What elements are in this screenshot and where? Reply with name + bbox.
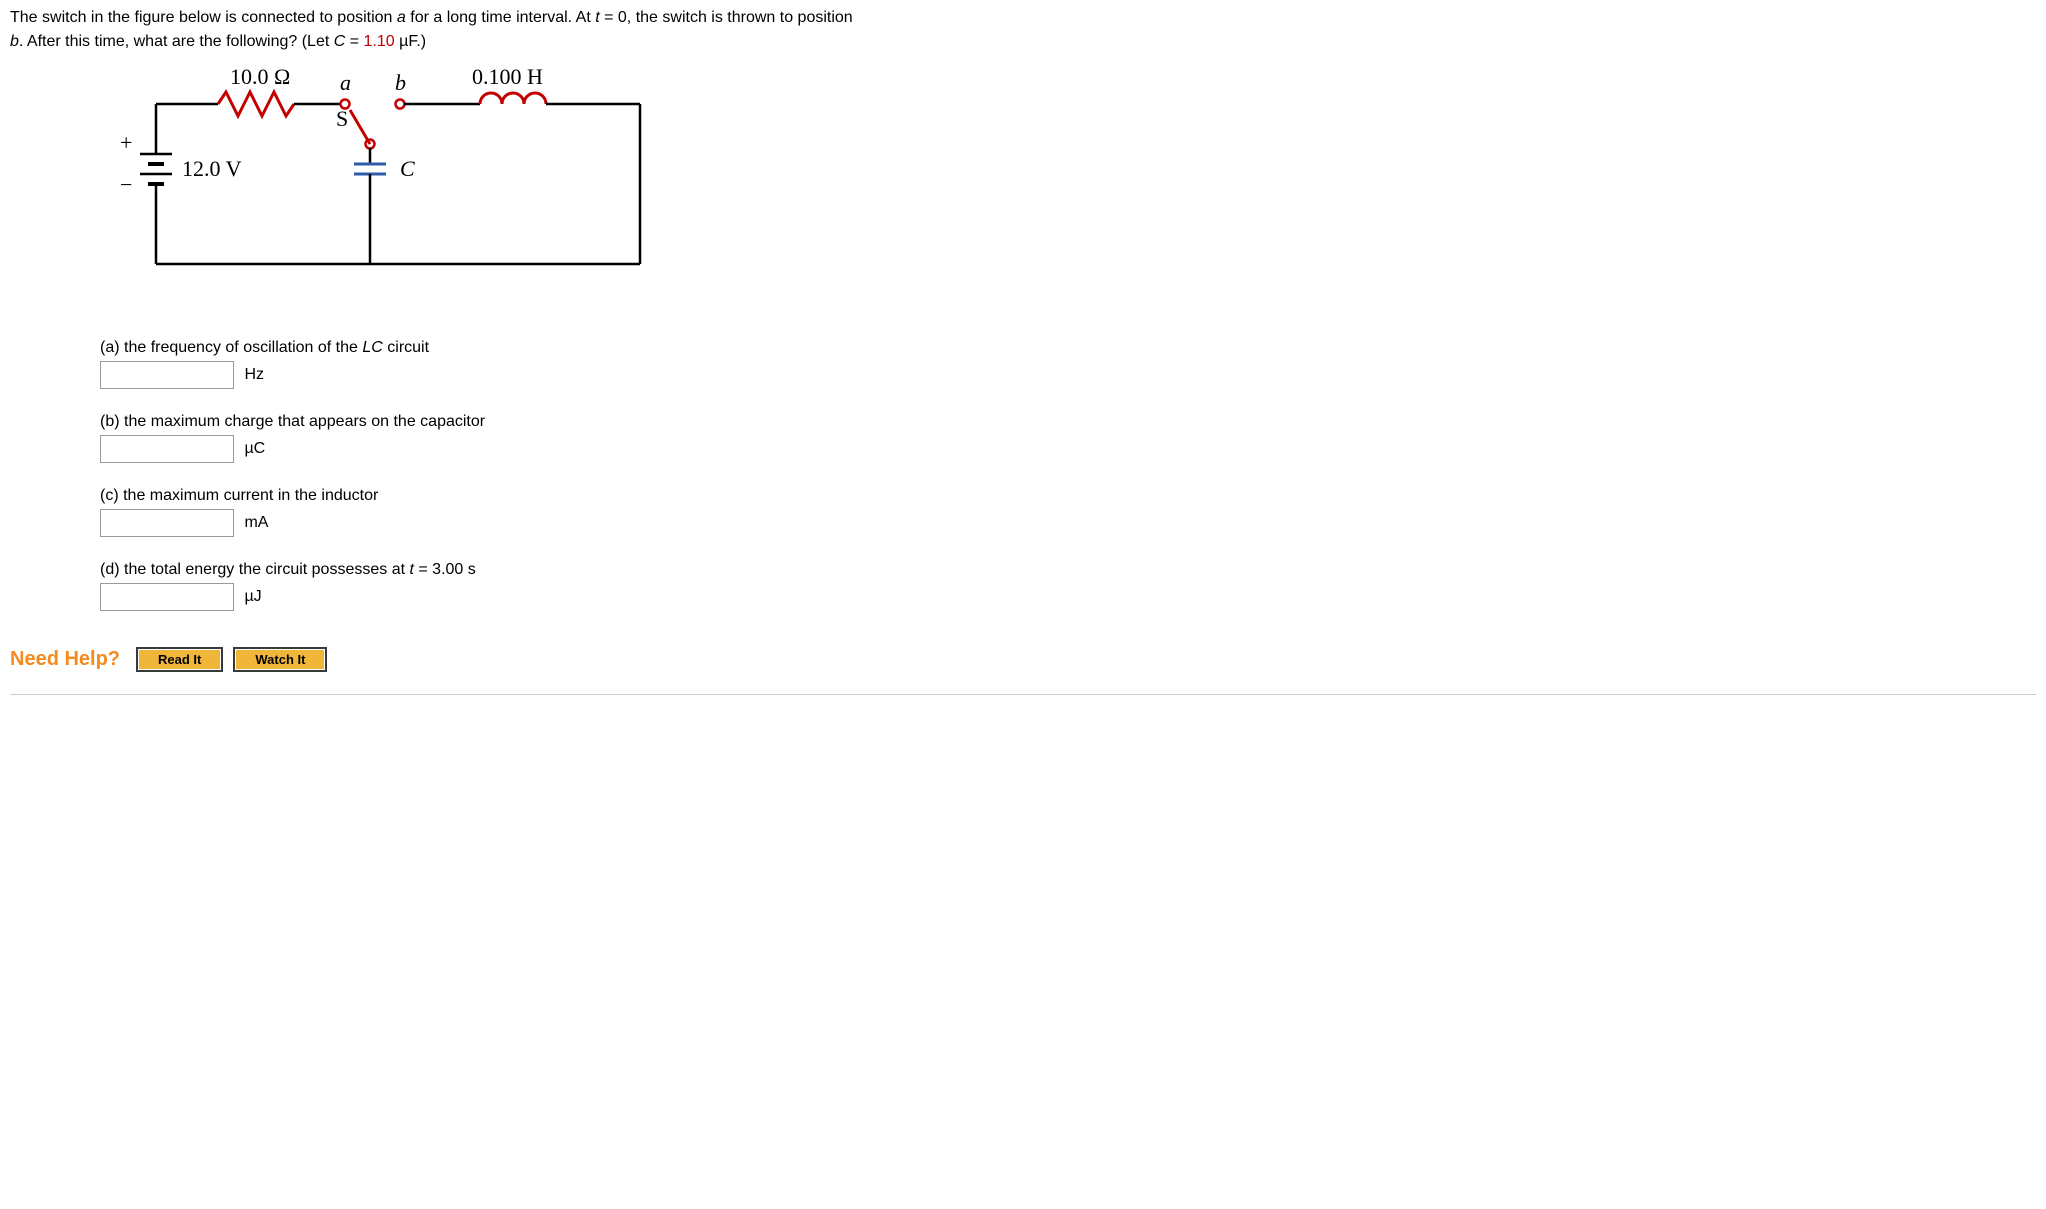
problem-text-1: The switch in the figure below is connec… xyxy=(10,9,397,26)
lc-ital: LC xyxy=(362,339,382,356)
read-it-button[interactable]: Read It xyxy=(136,647,223,672)
given-c-unit: µF.) xyxy=(395,33,426,50)
need-help-row: Need Help? Read It Watch It xyxy=(10,647,2036,672)
question-c: (c) the maximum current in the inductor … xyxy=(100,487,2036,537)
plus-label: + xyxy=(120,130,132,155)
inductor-icon xyxy=(480,93,546,104)
need-help-label: Need Help? xyxy=(10,648,120,671)
watch-it-button[interactable]: Watch It xyxy=(233,647,327,672)
var-c: C xyxy=(334,33,346,50)
answer-b-input[interactable] xyxy=(100,435,234,463)
terminal-a-label: a xyxy=(340,70,351,95)
question-b-text: (b) the maximum charge that appears on t… xyxy=(100,413,2036,431)
question-c-text: (c) the maximum current in the inductor xyxy=(100,487,2036,505)
answer-a-input[interactable] xyxy=(100,361,234,389)
terminal-b-label: b xyxy=(395,70,406,95)
position-a: a xyxy=(397,9,406,26)
question-d-text-pre: (d) the total energy the circuit possess… xyxy=(100,561,409,578)
position-b: b xyxy=(10,33,19,50)
resistor-icon xyxy=(218,92,294,116)
voltage-label: 12.0 V xyxy=(182,156,242,181)
question-a-text: (a) the frequency of oscillation of the xyxy=(100,339,362,356)
minus-label: − xyxy=(120,172,132,197)
answer-c-input[interactable] xyxy=(100,509,234,537)
problem-text-4: . After this time, what are the followin… xyxy=(19,33,334,50)
answer-d-input[interactable] xyxy=(100,583,234,611)
question-b: (b) the maximum charge that appears on t… xyxy=(100,413,2036,463)
question-d: (d) the total energy the circuit possess… xyxy=(100,561,2036,611)
battery-icon xyxy=(140,154,172,184)
problem-text-2: for a long time interval. At xyxy=(406,9,595,26)
unit-ma: mA xyxy=(244,514,268,531)
question-a-text2: circuit xyxy=(383,339,429,356)
switch-arm-icon xyxy=(350,110,370,144)
capacitor-icon xyxy=(354,164,386,174)
let-eq: = xyxy=(345,33,363,50)
unit-uc: µC xyxy=(244,440,265,457)
capacitor-label: C xyxy=(400,156,415,181)
problem-statement: The switch in the figure below is connec… xyxy=(10,6,2036,54)
inductor-label: 0.100 H xyxy=(472,64,543,89)
problem-text-3: = 0, the switch is thrown to position xyxy=(600,9,853,26)
switch-label: S xyxy=(336,106,348,131)
terminal-b-icon xyxy=(396,100,405,109)
question-a: (a) the frequency of oscillation of the … xyxy=(100,339,2036,389)
unit-uj: µJ xyxy=(244,588,261,605)
question-d-eq: = 3.00 s xyxy=(414,561,476,578)
resistor-label: 10.0 Ω xyxy=(230,64,290,89)
given-c-value: 1.10 xyxy=(364,33,395,50)
unit-hz: Hz xyxy=(244,366,264,383)
divider xyxy=(10,694,2036,695)
circuit-diagram: + − 12.0 V 10.0 Ω a S b C 0.100 H xyxy=(100,64,2036,309)
